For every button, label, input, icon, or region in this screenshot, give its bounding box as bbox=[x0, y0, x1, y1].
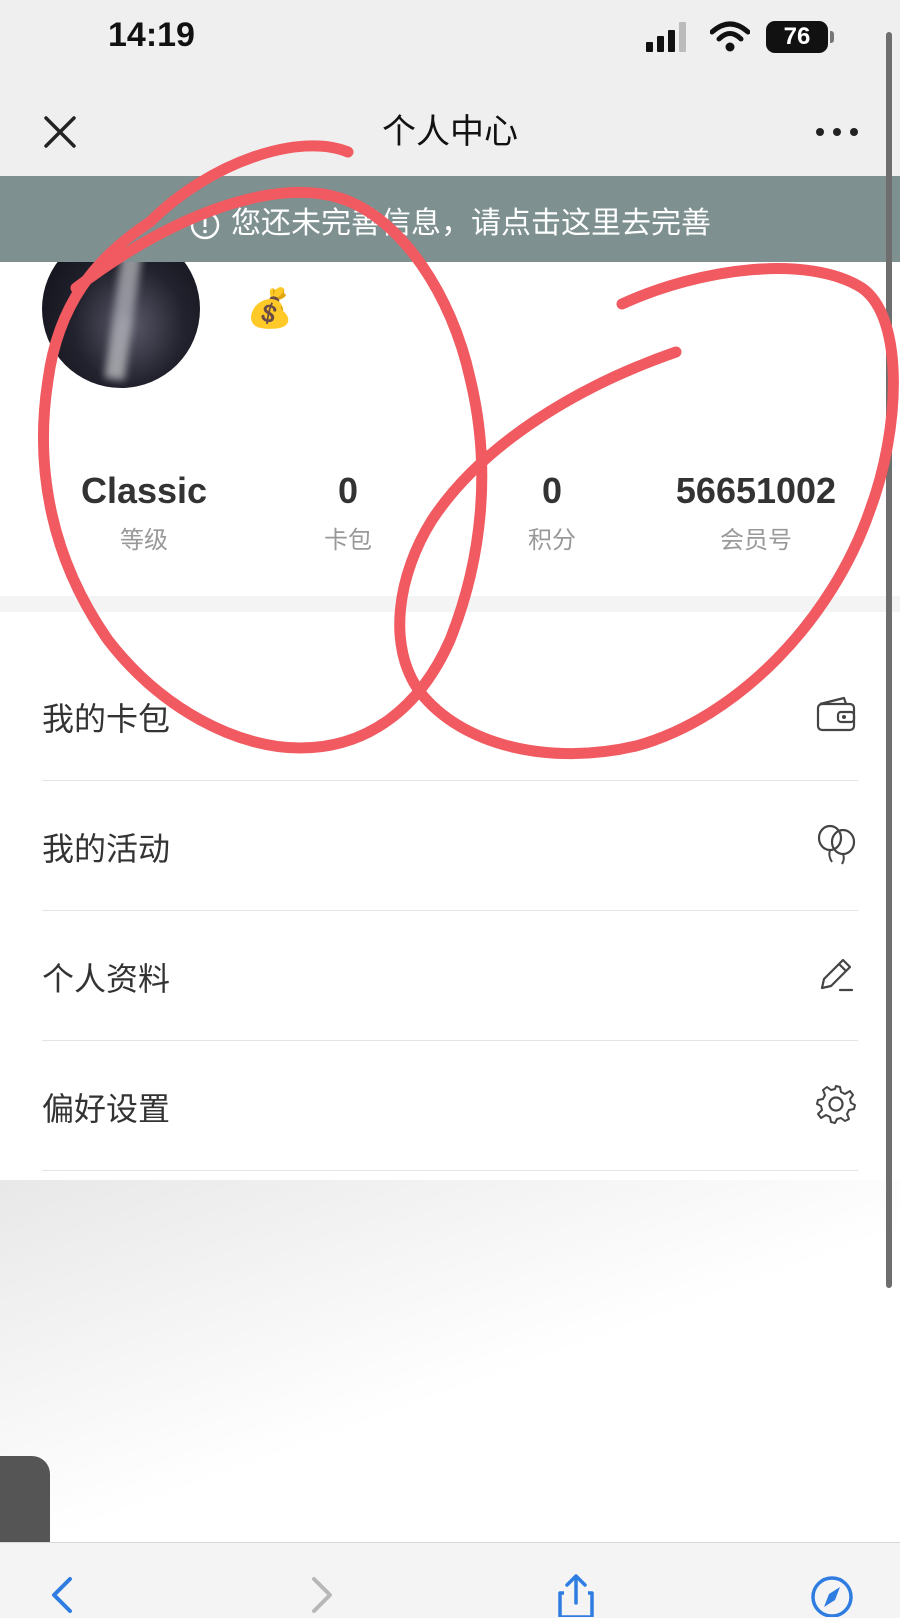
background-fade bbox=[0, 1180, 900, 1542]
stat-label: 卡包 bbox=[324, 526, 372, 554]
stat-member-number[interactable]: 56651002 会员号 bbox=[654, 470, 858, 555]
menu-item-card-wallet[interactable]: 我的卡包 bbox=[42, 650, 858, 781]
edit-icon bbox=[820, 958, 854, 992]
menu-item-label: 偏好设置 bbox=[42, 1090, 171, 1128]
browser-toolbar bbox=[0, 1542, 900, 1618]
share-icon[interactable] bbox=[554, 1573, 598, 1617]
cellular-signal-icon bbox=[646, 22, 686, 52]
stat-card-wallet[interactable]: 0 卡包 bbox=[246, 470, 450, 555]
stat-label: 会员号 bbox=[720, 526, 792, 554]
menu-item-label: 个人资料 bbox=[42, 960, 171, 998]
info-icon bbox=[190, 210, 220, 239]
menu-item-label: 我的卡包 bbox=[42, 700, 171, 738]
stat-points[interactable]: 0 积分 bbox=[450, 470, 654, 555]
gear-icon bbox=[816, 1085, 856, 1124]
stat-value: 56651002 bbox=[675, 470, 837, 511]
stat-value: 0 bbox=[541, 470, 563, 511]
stat-value: Classic bbox=[80, 470, 208, 511]
notice-banner[interactable]: 您还未完善信息，请点击这里去完善 bbox=[0, 176, 900, 262]
page-title: 个人中心 bbox=[382, 112, 518, 152]
member-stats: Classic 等级 0 卡包 0 积分 56651002 会员号 bbox=[0, 470, 900, 560]
compass-icon[interactable] bbox=[810, 1573, 854, 1617]
battery-indicator: 76 bbox=[766, 21, 828, 53]
menu-item-label: 我的活动 bbox=[42, 830, 171, 868]
section-divider bbox=[0, 596, 900, 612]
moneybag-icon: 💰 bbox=[246, 286, 294, 330]
battery-nub bbox=[830, 31, 834, 43]
menu-item-preferences[interactable]: 偏好设置 bbox=[42, 1040, 858, 1171]
stat-label: 积分 bbox=[528, 526, 576, 554]
notice-text: 您还未完善信息，请点击这里去完善 bbox=[231, 206, 711, 241]
balloons-icon bbox=[817, 824, 856, 865]
back-icon[interactable] bbox=[42, 1573, 86, 1617]
menu-item-activities[interactable]: 我的活动 bbox=[42, 780, 858, 911]
scrollbar[interactable] bbox=[886, 32, 892, 1288]
stat-level[interactable]: Classic 等级 bbox=[42, 470, 246, 555]
status-bar: 14:19 76 bbox=[0, 0, 900, 88]
wallet-icon bbox=[816, 696, 856, 732]
more-icon[interactable] bbox=[812, 114, 862, 150]
menu-item-profile[interactable]: 个人资料 bbox=[42, 910, 858, 1041]
stat-label: 等级 bbox=[120, 526, 168, 554]
wifi-icon bbox=[710, 21, 750, 52]
nav-bar: 个人中心 bbox=[0, 88, 900, 176]
stat-value: 0 bbox=[337, 470, 359, 511]
forward-icon[interactable] bbox=[298, 1573, 342, 1617]
status-time: 14:19 bbox=[108, 16, 195, 54]
notice-content: 您还未完善信息，请点击这里去完善 bbox=[0, 198, 900, 242]
